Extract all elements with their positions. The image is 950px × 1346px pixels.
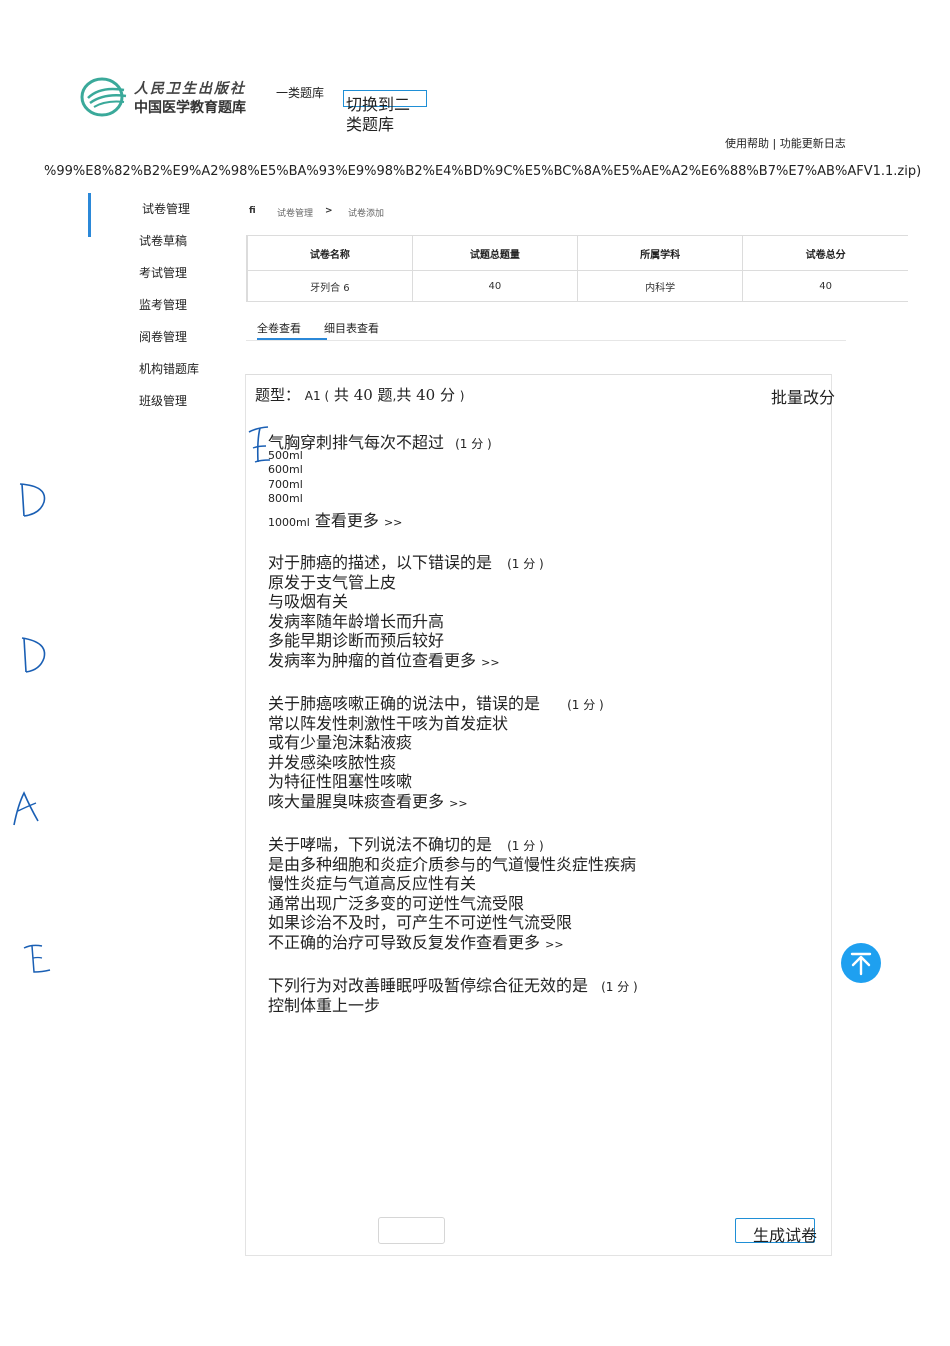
view-more-arrow[interactable]: >> (449, 797, 467, 810)
question-count: 共 40 题 (333, 386, 393, 404)
question-option: 500ml (268, 449, 303, 462)
download-url-text: %99%E8%82%B2%E9%A2%98%E5%BA%93%E9%98%B2%… (44, 164, 922, 179)
breadcrumb-level1[interactable]: 试卷管理 (277, 206, 313, 219)
tab-detail-table-view[interactable]: 细目表查看 (324, 320, 379, 336)
sidebar-item-proctor-management[interactable]: 监考管理 (139, 296, 187, 313)
sidebar-item-wrong-question-bank[interactable]: 机构错题库 (139, 360, 199, 377)
sidebar-item-paper-management[interactable]: 试卷管理 (142, 200, 190, 217)
table-cell: 40 (411, 270, 579, 302)
table-cell: 内科学 (576, 270, 744, 302)
logo-publisher-name: 人民卫生出版社 (134, 81, 246, 97)
question-score-total: 共 40 分 (396, 386, 455, 404)
summary-close: ) (459, 389, 465, 403)
question-score: (1 分 ) (601, 980, 638, 994)
pmph-logo-icon (80, 77, 127, 117)
table-header-cell: 试卷总分 (742, 235, 908, 271)
table-header-cell: 试题总题量 (411, 235, 579, 271)
breadcrumb-separator: > (325, 206, 333, 216)
table-row: 牙列合 6 40 内科学 40 (246, 270, 908, 302)
table-header-cell: 试卷名称 (246, 235, 413, 271)
table-header-row: 试卷名称 试题总题量 所属学科 试卷总分 (246, 235, 908, 271)
active-tab-underline (257, 338, 327, 340)
question-type-label: 题型： (255, 386, 301, 404)
handwritten-mark-d (19, 483, 46, 517)
logo-product-name: 中国医学教育题库 (134, 100, 246, 116)
switch-bank-label-line2[interactable]: 类题库 (346, 111, 394, 135)
sidebar-item-exam-management[interactable]: 考试管理 (139, 264, 187, 281)
question-score: (1 分 ) (455, 437, 492, 451)
handwritten-mark-e (23, 944, 51, 973)
help-links[interactable]: 使用帮助 | 功能更新日志 (725, 135, 846, 151)
tab-full-paper-view[interactable]: 全卷查看 (257, 320, 301, 336)
question-option: 不正确的治疗可导致反复发作 (268, 933, 477, 952)
question-score: (1 分 ) (507, 557, 544, 571)
question-option: 1000ml (268, 516, 310, 529)
view-more-link[interactable]: 查看更多 (476, 933, 540, 952)
back-to-top-button[interactable] (841, 943, 881, 983)
sidebar-item-class-management[interactable]: 班级管理 (139, 392, 187, 409)
breadcrumb-home-icon[interactable]: fi (249, 206, 256, 216)
question-option: 700ml (268, 478, 303, 491)
sidebar-item-paper-drafts[interactable]: 试卷草稿 (139, 232, 187, 249)
batch-score-button[interactable]: 批量改分 (771, 384, 835, 408)
question-option: 800ml (268, 492, 303, 505)
question-last-option-row: 咳大量腥臭味痰查看更多 >> (268, 788, 468, 812)
view-more-arrow[interactable]: >> (481, 656, 499, 669)
question-last-option-row: 不正确的治疗可导致反复发作查看更多 >> (268, 929, 564, 953)
current-bank-label: 一类题库 (276, 86, 325, 100)
sidebar-active-indicator (88, 193, 91, 237)
question-option: 咳大量腥臭味痰 (268, 792, 381, 811)
table-header-cell: 所属学科 (576, 235, 744, 271)
table-cell: 牙列合 6 (246, 270, 413, 302)
question-option: 600ml (268, 463, 303, 476)
breadcrumb-level2: 试卷添加 (348, 209, 385, 219)
tab-divider (246, 340, 846, 341)
paper-info-table: 试卷名称 试题总题量 所属学科 试卷总分 牙列合 6 40 内科学 40 (246, 235, 908, 302)
question-option: 发病率为肿瘤的首位 (268, 651, 413, 670)
pagination-box[interactable] (378, 1217, 445, 1244)
question-type-code: A1 ( (304, 389, 330, 403)
view-more-link[interactable]: 查看更多 (380, 792, 444, 811)
view-more-link[interactable]: 查看更多 (315, 511, 379, 530)
question-last-option-row: 1000ml 查看更多 >> (268, 507, 402, 531)
question-type-summary: 题型： A1 ( 共 40 题,共 40 分 ) (255, 384, 464, 405)
question-score: (1 分 ) (567, 698, 604, 712)
generate-paper-label[interactable]: 生成试卷 (753, 1222, 817, 1246)
sidebar-item-grading-management[interactable]: 阅卷管理 (139, 328, 187, 345)
view-more-arrow[interactable]: >> (545, 938, 563, 951)
table-cell: 40 (742, 270, 908, 302)
view-more-arrow[interactable]: >> (384, 516, 402, 529)
arrow-up-bar-icon (850, 952, 872, 976)
question-option: 控制体重上一步 (268, 996, 381, 1015)
handwritten-mark-d (21, 637, 46, 673)
view-more-link[interactable]: 查看更多 (412, 651, 476, 670)
question-last-option-row: 发病率为肿瘤的首位查看更多 >> (268, 647, 500, 671)
handwritten-mark-a (13, 791, 39, 826)
